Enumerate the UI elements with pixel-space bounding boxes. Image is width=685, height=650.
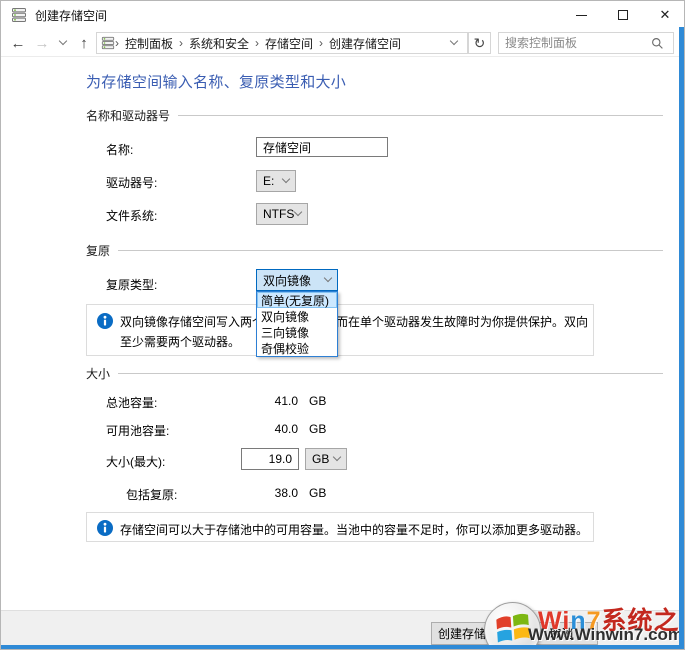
breadcrumb-item-storage-spaces[interactable]: 存储空间 bbox=[259, 35, 319, 52]
dropdown-option-three-way-mirror[interactable]: 三向镜像 bbox=[257, 324, 337, 340]
section-rule bbox=[178, 115, 663, 116]
resiliency-info-line2: 至少需要两个驱动器。 bbox=[120, 335, 241, 349]
total-pool-capacity-value: 41.0 bbox=[274, 394, 298, 408]
dropdown-option-parity[interactable]: 奇偶校验 bbox=[257, 340, 337, 356]
watermark-url-text: Www.Winwin7.com bbox=[528, 625, 684, 644]
size-maximum-label: 大小(最大): bbox=[106, 455, 166, 469]
drive-letter-label: 驱动器号: bbox=[106, 176, 158, 190]
window-title: 创建存储空间 bbox=[35, 8, 108, 23]
section-rule bbox=[118, 373, 663, 374]
info-icon bbox=[97, 313, 113, 329]
chevron-down-icon bbox=[323, 273, 333, 283]
maximize-button[interactable] bbox=[602, 1, 644, 29]
section-title: 名称和驱动器号 bbox=[86, 109, 171, 123]
page-title: 为存储空间输入名称、复原类型和大小 bbox=[86, 74, 347, 91]
file-system-select[interactable]: NTFS bbox=[256, 203, 308, 225]
size-input[interactable] bbox=[241, 448, 299, 470]
history-dropdown-button[interactable] bbox=[55, 29, 71, 57]
dropdown-option-simple[interactable]: 简单(无复原) bbox=[257, 292, 337, 308]
breadcrumb-item-control-panel[interactable]: 控制面板 bbox=[119, 35, 179, 52]
name-label: 名称: bbox=[106, 143, 134, 157]
total-pool-capacity-unit: GB bbox=[309, 394, 327, 408]
section-header-name-drive: 名称和驱动器号 bbox=[86, 107, 663, 124]
navigation-bar: ← → ↑ › 控制面板 › 系统和安全 › 存储空间 › 创建存储空间 ↻ 搜… bbox=[1, 29, 684, 57]
size-unit-select[interactable]: GB bbox=[305, 448, 347, 470]
forward-button[interactable]: → bbox=[31, 29, 53, 57]
chevron-down-icon bbox=[281, 174, 291, 184]
minimize-button[interactable] bbox=[560, 1, 602, 29]
back-button[interactable]: ← bbox=[7, 29, 29, 57]
resiliency-type-value: 双向镜像 bbox=[263, 273, 312, 288]
search-input[interactable] bbox=[505, 34, 651, 52]
windows-flag-icon bbox=[496, 613, 530, 643]
title-bar: 创建存储空间 ✕ bbox=[1, 1, 684, 29]
chevron-down-icon bbox=[332, 452, 342, 462]
chevron-down-icon bbox=[293, 207, 303, 217]
section-header-resiliency: 复原 bbox=[86, 242, 663, 259]
refresh-icon: ↻ bbox=[473, 34, 486, 51]
section-title: 复原 bbox=[86, 244, 111, 258]
including-resiliency-value: 38.0 bbox=[274, 486, 298, 500]
size-info-box: 存储空间可以大于存储池中的可用容量。当池中的容量不足时，你可以添加更多驱动器。 bbox=[86, 512, 594, 542]
breadcrumb-item-system-security[interactable]: 系统和安全 bbox=[183, 35, 255, 52]
available-pool-capacity-unit: GB bbox=[309, 422, 327, 436]
close-button[interactable]: ✕ bbox=[644, 1, 684, 29]
minimize-icon bbox=[575, 14, 587, 16]
available-pool-capacity-label: 可用池容量: bbox=[106, 424, 170, 438]
total-pool-capacity-label: 总池容量: bbox=[106, 396, 158, 410]
close-icon: ✕ bbox=[659, 7, 671, 22]
refresh-button[interactable]: ↻ bbox=[468, 32, 491, 54]
window-border-right bbox=[679, 27, 684, 649]
section-title: 大小 bbox=[86, 367, 111, 381]
size-info-text: 存储空间可以大于存储池中的可用容量。当池中的容量不足时，你可以添加更多驱动器。 bbox=[120, 523, 588, 537]
file-system-label: 文件系统: bbox=[106, 209, 158, 223]
storage-spaces-icon bbox=[12, 8, 26, 23]
drive-letter-value: E: bbox=[263, 174, 275, 188]
resiliency-type-select[interactable]: 双向镜像 bbox=[256, 269, 338, 291]
size-unit-value: GB bbox=[312, 452, 330, 466]
up-button[interactable]: ↑ bbox=[73, 29, 95, 57]
file-system-value: NTFS bbox=[263, 207, 295, 221]
section-header-size: 大小 bbox=[86, 365, 663, 382]
name-input[interactable] bbox=[256, 137, 388, 157]
section-rule bbox=[118, 250, 663, 251]
including-resiliency-unit: GB bbox=[309, 486, 327, 500]
including-resiliency-label: 包括复原: bbox=[126, 488, 178, 502]
search-box bbox=[498, 32, 674, 54]
window-border-bottom bbox=[1, 645, 684, 649]
resiliency-info-line1: 双向镜像存储空间写入两个数据副本，从而在单个驱动器发生故障时为你提供保护。双向镜… bbox=[120, 315, 588, 329]
breadcrumb-dropdown-chevron-icon[interactable] bbox=[449, 36, 459, 46]
available-pool-capacity-value: 40.0 bbox=[274, 422, 298, 436]
breadcrumb[interactable]: › 控制面板 › 系统和安全 › 存储空间 › 创建存储空间 bbox=[96, 32, 468, 54]
dropdown-option-two-way-mirror[interactable]: 双向镜像 bbox=[257, 308, 337, 324]
info-icon bbox=[97, 520, 113, 536]
maximize-icon bbox=[618, 10, 628, 20]
drive-letter-select[interactable]: E: bbox=[256, 170, 296, 192]
location-storage-icon bbox=[101, 36, 115, 50]
breadcrumb-item-create-storage-space[interactable]: 创建存储空间 bbox=[323, 35, 407, 52]
chevron-down-icon bbox=[58, 36, 68, 46]
resiliency-type-label: 复原类型: bbox=[106, 278, 158, 292]
resiliency-info-box: 双向镜像存储空间写入两个数据副本，从而在单个驱动器发生故障时为你提供保护。双向镜… bbox=[86, 304, 594, 356]
create-storage-space-window: 创建存储空间 ✕ ← → ↑ › 控制面板 › 系统和安全 › 存储空间 › 创… bbox=[0, 0, 685, 650]
search-icon[interactable] bbox=[651, 37, 664, 50]
resiliency-dropdown-list: 简单(无复原) 双向镜像 三向镜像 奇偶校验 bbox=[256, 291, 338, 357]
